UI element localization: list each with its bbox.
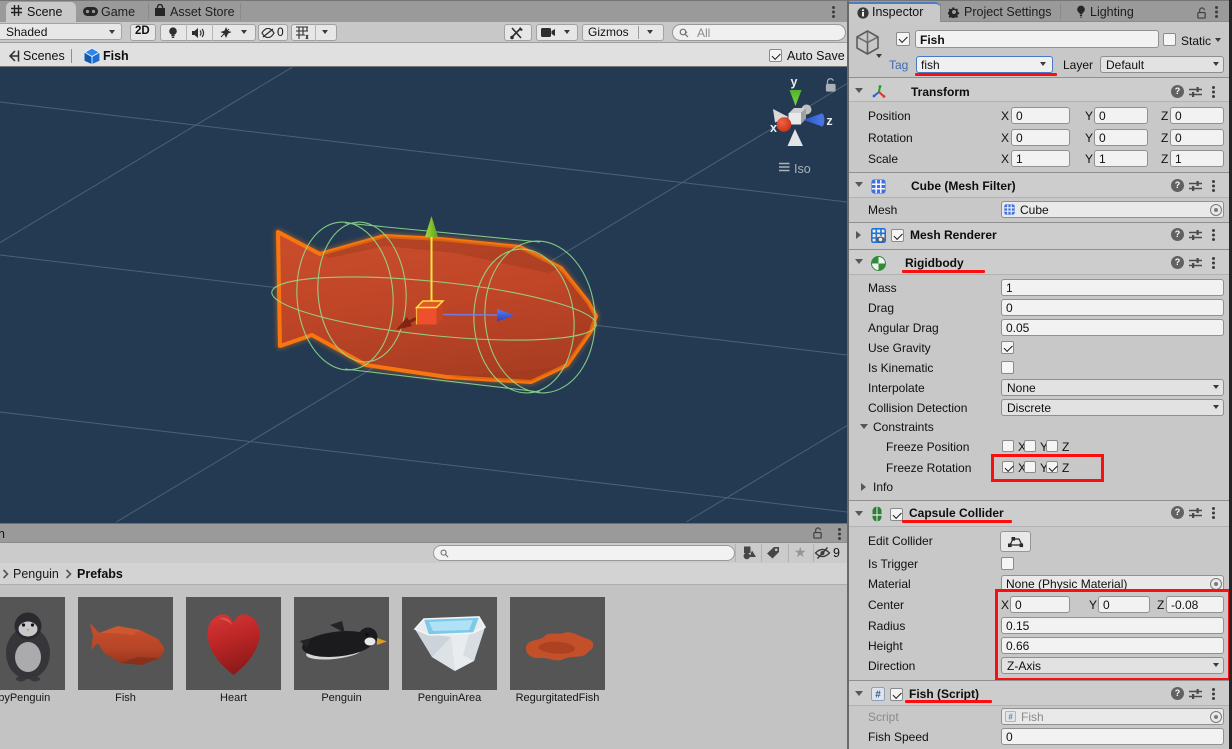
- svg-text:x: x: [770, 121, 777, 135]
- svg-text:z: z: [826, 114, 832, 128]
- svg-text:#: #: [1008, 712, 1013, 721]
- svg-text:#: #: [875, 690, 881, 701]
- svg-text:Iso: Iso: [794, 162, 811, 176]
- svg-text:y: y: [791, 75, 798, 89]
